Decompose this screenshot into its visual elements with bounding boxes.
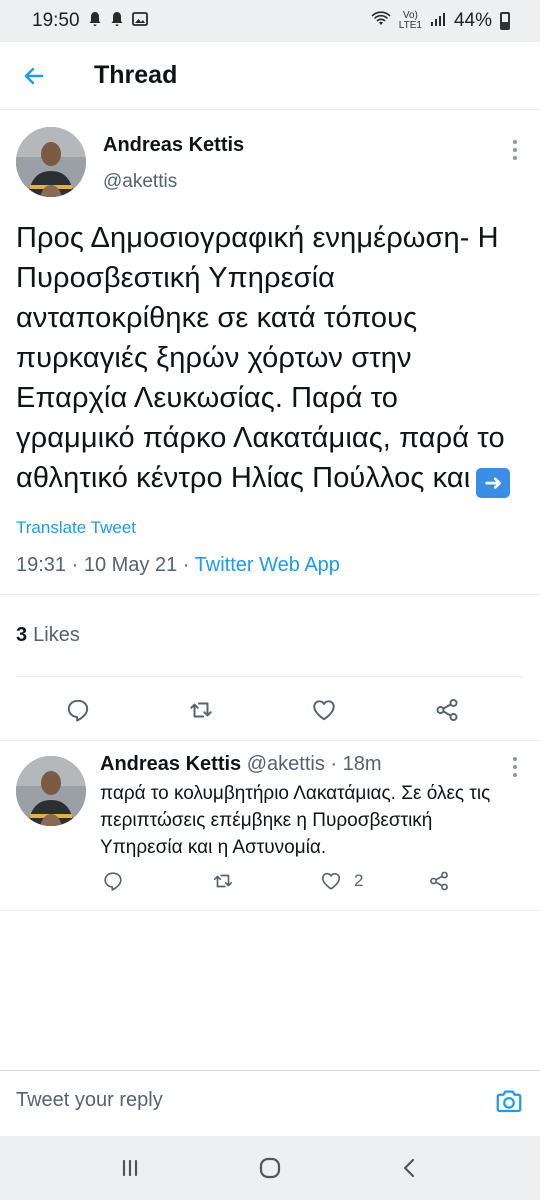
home-icon[interactable] bbox=[256, 1154, 284, 1182]
more-options-icon[interactable] bbox=[512, 140, 518, 160]
avatar[interactable] bbox=[16, 756, 86, 826]
app-bar: Thread bbox=[0, 42, 540, 110]
translate-tweet-link[interactable]: Translate Tweet bbox=[0, 518, 540, 538]
camera-icon[interactable] bbox=[494, 1086, 524, 1116]
more-options-icon[interactable] bbox=[512, 757, 518, 777]
like-heart-icon[interactable] bbox=[320, 870, 342, 892]
reply-header: Andreas Kettis @akettis · 18m bbox=[100, 753, 382, 775]
back-arrow-icon[interactable] bbox=[22, 64, 46, 88]
likes-count: 3 bbox=[16, 624, 28, 646]
tweet-author-names: Andreas Kettis @akettis bbox=[103, 127, 244, 193]
reply-handle[interactable]: @akettis bbox=[247, 753, 325, 775]
status-bar-right: Vo) LTE1 44% bbox=[371, 10, 510, 32]
reply-icon[interactable] bbox=[65, 697, 91, 723]
tweet-body: Προς Δημοσιογραφική ενημέρωση- Η Πυροσβε… bbox=[16, 222, 505, 494]
status-bar: 19:50 Vo) LTE1 44% bbox=[0, 0, 540, 42]
reply-composer: Tweet your reply bbox=[0, 1070, 540, 1130]
share-icon[interactable] bbox=[434, 697, 460, 723]
notification-bell-icon bbox=[88, 11, 102, 31]
likes-count-row[interactable]: 3 Likes bbox=[0, 594, 540, 676]
signal-icon bbox=[430, 11, 446, 31]
reply-like-count: 2 bbox=[354, 871, 364, 890]
tweet-meta: 19:31 · 10 May 21 · Twitter Web App bbox=[16, 554, 340, 576]
tweet-text: Προς Δημοσιογραφική ενημέρωση- Η Πυροσβε… bbox=[0, 218, 540, 498]
share-icon[interactable] bbox=[428, 870, 450, 892]
author-handle[interactable]: @akettis bbox=[103, 171, 244, 193]
tweet-actions bbox=[16, 676, 524, 742]
reply-text: παρά το κολυμβητήριο Λακατάμιας. Σε όλες… bbox=[100, 783, 491, 858]
tweet-author-row: Andreas Kettis @akettis bbox=[0, 110, 540, 206]
like-heart-icon[interactable] bbox=[311, 697, 337, 723]
network-type: Vo) LTE1 bbox=[399, 11, 422, 31]
likes-label: Likes bbox=[33, 624, 80, 646]
reply-retweet-button[interactable] bbox=[212, 870, 234, 892]
reply-actions: 2 bbox=[0, 870, 540, 900]
retweet-icon[interactable] bbox=[188, 697, 214, 723]
status-time: 19:50 bbox=[32, 10, 80, 31]
reply-icon[interactable] bbox=[102, 870, 124, 892]
reply-share-button[interactable] bbox=[428, 870, 450, 892]
back-nav-icon[interactable] bbox=[396, 1154, 424, 1182]
wifi-icon bbox=[371, 11, 391, 31]
reply-input[interactable]: Tweet your reply bbox=[16, 1089, 494, 1112]
gallery-icon bbox=[131, 11, 148, 31]
battery-icon bbox=[500, 12, 510, 30]
reply-reply-button[interactable] bbox=[102, 870, 124, 892]
recent-apps-icon[interactable] bbox=[116, 1154, 144, 1182]
author-display-name[interactable]: Andreas Kettis bbox=[103, 134, 244, 157]
notification-bell-icon bbox=[110, 11, 124, 31]
page-title: Thread bbox=[94, 61, 178, 89]
reply-body: Andreas Kettis @akettis · 18m παρά το κο… bbox=[100, 753, 510, 861]
network-lte: LTE1 bbox=[398, 20, 422, 31]
reply-time: 18m bbox=[342, 753, 382, 775]
status-bar-left: 19:50 bbox=[32, 10, 148, 32]
avatar[interactable] bbox=[16, 127, 86, 197]
tweet-date: 10 May 21 bbox=[83, 554, 178, 576]
retweet-icon[interactable] bbox=[212, 870, 234, 892]
main-tweet: Andreas Kettis @akettis Προς Δημοσιογραφ… bbox=[0, 110, 540, 742]
tweet-time: 19:31 bbox=[16, 554, 67, 576]
reply-like-button[interactable]: 2 bbox=[320, 870, 363, 892]
system-nav-bar bbox=[0, 1136, 540, 1200]
tweet-source-link[interactable]: Twitter Web App bbox=[195, 554, 340, 576]
right-arrow-emoji: ➜ bbox=[476, 468, 511, 498]
reply-display-name[interactable]: Andreas Kettis bbox=[100, 753, 241, 775]
battery-percent: 44% bbox=[453, 10, 492, 31]
